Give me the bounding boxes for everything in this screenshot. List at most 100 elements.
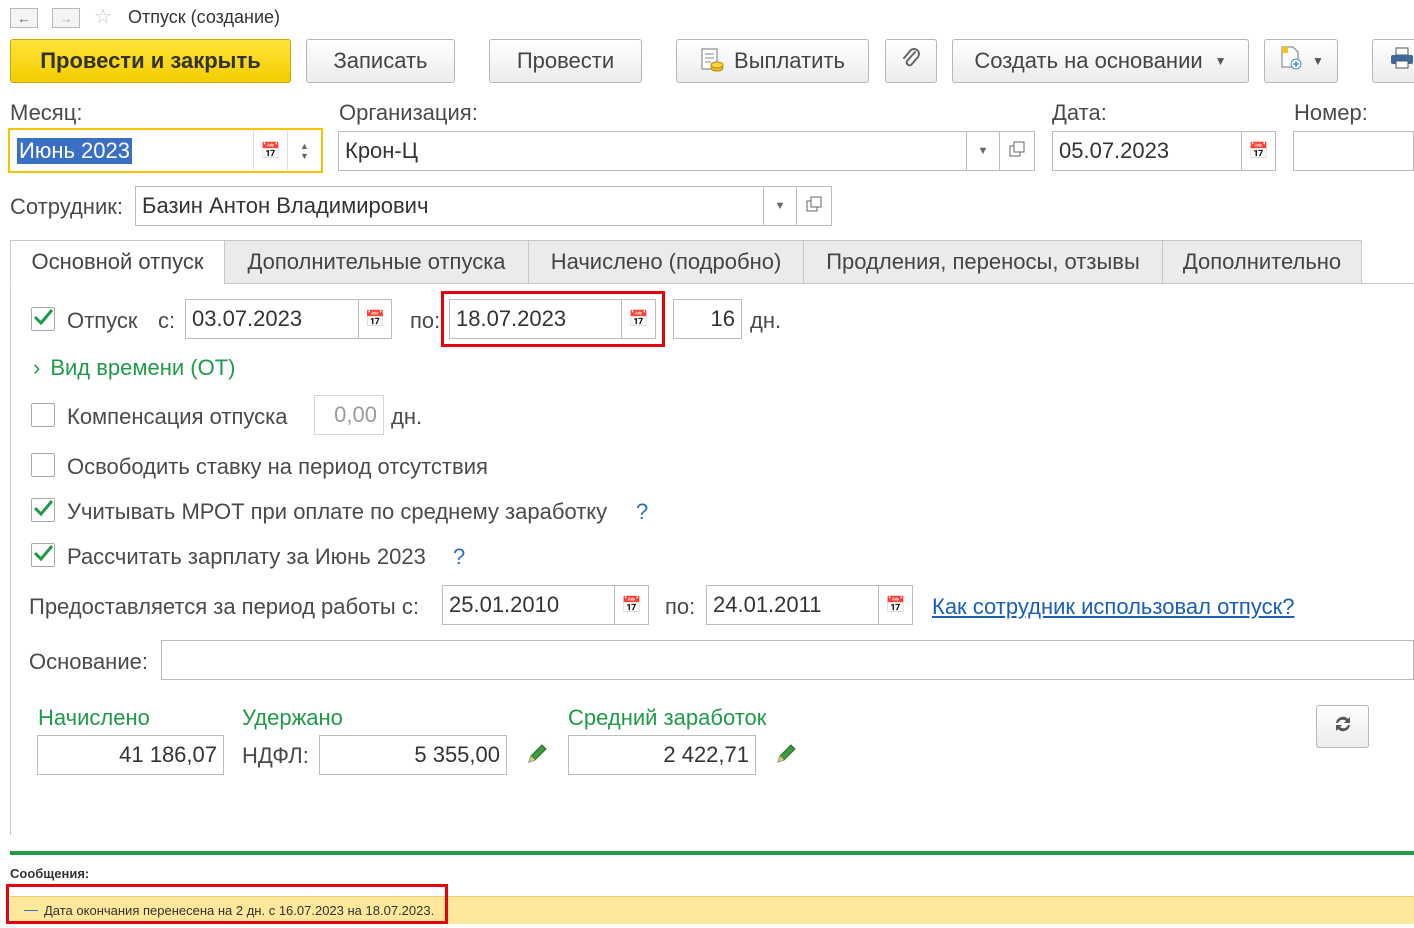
work-period-to-label: по: xyxy=(665,594,696,619)
post-and-close-button[interactable]: Провести и закрыть xyxy=(10,39,291,83)
calendar-icon: 📅 xyxy=(1248,143,1269,160)
ndfl-value: 5 355,00 xyxy=(319,735,507,775)
number-label: Номер: xyxy=(1294,100,1368,125)
employee-label: Сотрудник: xyxy=(10,194,123,219)
organization-input[interactable]: Крон-Ц xyxy=(338,131,967,171)
print-forms-button[interactable]: ▼ xyxy=(1264,39,1338,83)
create-based-on-button[interactable]: Создать на основании ▼ xyxy=(952,39,1249,83)
print-button[interactable] xyxy=(1372,39,1414,83)
stepper-up-icon[interactable]: ▲ xyxy=(300,141,309,151)
organization-dropdown-button[interactable]: ▼ xyxy=(966,131,1000,171)
mrot-label: Учитывать МРОТ при оплате по среднему за… xyxy=(67,499,608,524)
stepper-down-icon[interactable]: ▼ xyxy=(300,151,309,161)
refresh-icon xyxy=(1332,713,1354,741)
dropdown-arrow-icon: ▼ xyxy=(1312,54,1324,68)
month-calendar-button[interactable]: 📅 xyxy=(253,131,287,170)
vacation-to-calendar-button[interactable]: 📅 xyxy=(621,299,656,339)
withheld-heading: Удержано xyxy=(242,705,343,730)
back-button[interactable]: ← xyxy=(10,8,38,28)
month-label: Месяц: xyxy=(10,100,83,125)
compensation-days-unit: дн. xyxy=(391,404,423,429)
work-period-label: Предоставляется за период работы с: xyxy=(29,594,419,619)
work-period-to-input[interactable]: 24.01.2011 xyxy=(706,585,879,625)
average-earnings-value: 2 422,71 xyxy=(568,735,756,775)
calendar-icon: 📅 xyxy=(260,142,281,160)
ndfl-label: НДФЛ: xyxy=(242,743,309,768)
vacation-days-input[interactable]: 16 xyxy=(673,299,742,339)
edit-average-pencil-icon[interactable] xyxy=(774,742,798,771)
dropdown-arrow-icon: ▼ xyxy=(977,145,989,157)
checkmark-icon xyxy=(32,542,54,569)
vacation-from-calendar-button[interactable]: 📅 xyxy=(358,299,392,339)
payment-doc-icon xyxy=(700,48,724,74)
date-label: Дата: xyxy=(1052,100,1107,125)
compensation-label: Компенсация отпуска xyxy=(67,404,288,429)
tab-extensions[interactable]: Продления, переносы, отзывы xyxy=(803,240,1163,284)
vacation-usage-link[interactable]: Как сотрудник использовал отпуск? xyxy=(932,594,1294,620)
open-form-icon xyxy=(806,196,822,217)
tab-main-vacation[interactable]: Основной отпуск xyxy=(10,240,225,284)
compensation-days-input[interactable]: 0,00 xyxy=(314,395,384,435)
average-earnings-heading: Средний заработок xyxy=(568,705,767,730)
messages-title: Сообщения: xyxy=(10,866,90,881)
release-rate-checkbox[interactable] xyxy=(31,453,55,477)
create-based-on-label: Создать на основании xyxy=(974,48,1203,73)
title-bar: ← → ☆ Отпуск (создание) xyxy=(0,0,1414,36)
month-stepper[interactable]: ▲ ▼ xyxy=(287,131,321,170)
basis-label: Основание: xyxy=(29,649,148,674)
vacation-to-label: по: xyxy=(410,308,441,333)
attach-button[interactable] xyxy=(885,39,937,83)
vacation-to-input[interactable]: 18.07.2023 xyxy=(449,299,622,339)
vacation-from-input[interactable]: 03.07.2023 xyxy=(185,299,359,339)
employee-input[interactable]: Базин Антон Владимирович xyxy=(135,186,764,226)
work-period-from-calendar-button[interactable]: 📅 xyxy=(614,585,649,625)
employee-open-button[interactable] xyxy=(796,186,832,226)
favorite-star-icon[interactable]: ☆ xyxy=(94,5,112,29)
edit-ndfl-pencil-icon[interactable] xyxy=(525,742,549,771)
time-kind-expander[interactable]: › Вид времени (ОТ) xyxy=(33,355,236,381)
mrot-help-icon[interactable]: ? xyxy=(636,499,648,525)
open-form-icon xyxy=(1009,141,1025,162)
dropdown-arrow-icon: ▼ xyxy=(774,200,786,212)
work-period-from-input[interactable]: 25.01.2010 xyxy=(442,585,615,625)
date-input[interactable]: 05.07.2023 xyxy=(1052,131,1242,171)
date-calendar-button[interactable]: 📅 xyxy=(1241,131,1276,171)
save-button[interactable]: Записать xyxy=(306,39,455,83)
calendar-icon: 📅 xyxy=(885,597,906,614)
dropdown-arrow-icon: ▼ xyxy=(1214,54,1227,68)
accrued-heading: Начислено xyxy=(38,705,150,730)
compensation-checkbox[interactable] xyxy=(31,403,55,427)
arrow-right-icon: → xyxy=(59,10,73,26)
employee-dropdown-button[interactable]: ▼ xyxy=(763,186,797,226)
calc-salary-help-icon[interactable]: ? xyxy=(453,544,465,570)
vacation-label: Отпуск xyxy=(67,308,138,333)
calc-salary-checkbox[interactable] xyxy=(31,543,55,567)
accrued-value: 41 186,07 xyxy=(37,735,224,775)
vacation-from-label: с: xyxy=(158,308,176,333)
paperclip-icon xyxy=(900,46,922,76)
month-input[interactable]: Июнь 2023 xyxy=(11,131,253,170)
tab-additional-vacations[interactable]: Дополнительные отпуска xyxy=(224,240,529,284)
window-title: Отпуск (создание) xyxy=(128,7,281,27)
pay-button[interactable]: Выплатить xyxy=(676,39,869,83)
arrow-left-icon: ← xyxy=(17,10,31,26)
printer-icon xyxy=(1389,46,1414,76)
chevron-right-icon: › xyxy=(33,355,41,380)
checkmark-icon xyxy=(32,497,54,524)
organization-open-button[interactable] xyxy=(999,131,1035,171)
tab-accrued-detailed[interactable]: Начислено (подробно) xyxy=(528,240,804,284)
recalculate-button[interactable] xyxy=(1316,705,1369,748)
post-button[interactable]: Провести xyxy=(489,39,642,83)
mrot-checkbox[interactable] xyxy=(31,498,55,522)
work-period-to-calendar-button[interactable]: 📅 xyxy=(878,585,913,625)
vacation-checkbox[interactable] xyxy=(31,307,55,331)
calc-salary-label: Рассчитать зарплату за Июнь 2023 xyxy=(67,544,426,569)
calendar-icon: 📅 xyxy=(621,597,642,614)
tab-additional[interactable]: Дополнительно xyxy=(1162,240,1362,284)
time-kind-label: Вид времени (ОТ) xyxy=(50,355,236,380)
basis-input[interactable] xyxy=(161,640,1414,680)
forward-button[interactable]: → xyxy=(52,8,80,28)
release-rate-label: Освободить ставку на период отсутствия xyxy=(67,454,488,479)
highlight-message xyxy=(6,884,448,924)
number-input[interactable] xyxy=(1293,131,1414,171)
